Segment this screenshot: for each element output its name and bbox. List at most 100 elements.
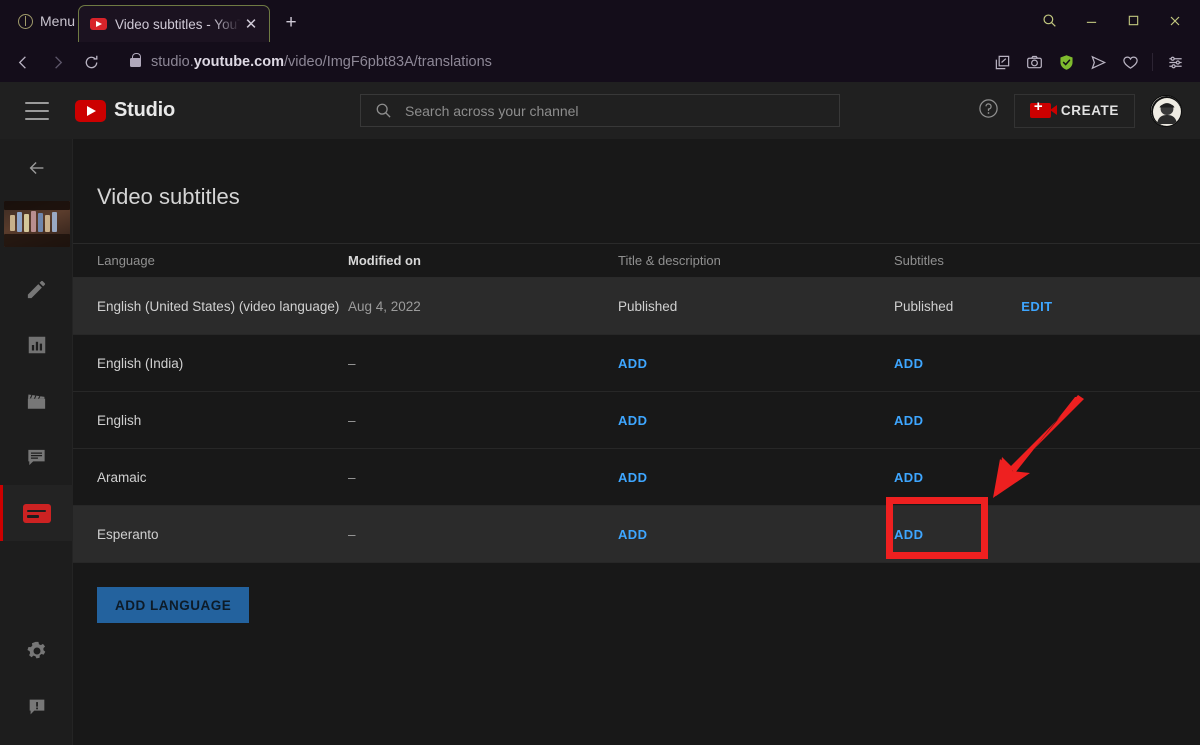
browser-menu-label: Menu xyxy=(40,13,76,29)
back-arrow-icon xyxy=(29,162,43,174)
create-button[interactable]: CREATE xyxy=(1013,93,1135,128)
browser-tab[interactable]: Video subtitles - YouTube S ✕ xyxy=(78,5,270,42)
cell-language: English (India) xyxy=(97,355,184,371)
studio-header-actions: CREATE xyxy=(978,82,1182,139)
studio-logo[interactable]: Studio xyxy=(75,99,175,122)
close-icon[interactable] xyxy=(1156,7,1194,34)
title-description-add-link[interactable]: ADD xyxy=(618,527,647,542)
browser-toolbar-icons xyxy=(987,47,1200,77)
column-header-modified-on[interactable]: Modified on xyxy=(348,253,618,268)
cell-modified-on: – xyxy=(348,526,356,542)
cell-subtitles: Published EDIT xyxy=(894,299,1124,314)
screenshot-icon[interactable] xyxy=(1019,47,1049,77)
subtitles-table: Language Modified on Title & description… xyxy=(73,243,1200,563)
shield-verified-icon[interactable] xyxy=(1051,47,1081,77)
url-domain: youtube.com xyxy=(193,54,284,70)
cell-language: English xyxy=(97,412,142,428)
send-icon[interactable] xyxy=(1083,47,1113,77)
search-icon xyxy=(376,103,391,118)
url-subdomain: studio. xyxy=(151,54,194,70)
tab-strip: Menu Video subtitles - YouTube S ✕ + xyxy=(0,0,1200,42)
lock-icon xyxy=(130,52,141,67)
toolbar-divider xyxy=(1152,53,1153,71)
forward-icon[interactable] xyxy=(40,47,74,77)
url-text: studio.youtube.com/video/ImgF6pbt83A/tra… xyxy=(151,54,492,70)
cell-modified-on: Aug 4, 2022 xyxy=(348,298,421,314)
browser-chrome: Menu Video subtitles - YouTube S ✕ + xyxy=(0,0,1200,82)
youtube-play-icon xyxy=(75,99,106,122)
pencil-icon xyxy=(27,280,46,298)
cell-language: Esperanto xyxy=(97,526,159,542)
new-tab-button[interactable]: + xyxy=(279,11,303,35)
subtitles-add-link-esperanto[interactable]: ADD xyxy=(894,527,923,542)
page-title: Video subtitles xyxy=(97,184,240,209)
add-language-button[interactable]: ADD LANGUAGE xyxy=(97,587,250,623)
subtitles-status: Published xyxy=(894,298,954,314)
gear-icon xyxy=(26,641,45,659)
cell-language: English (United States) (video language) xyxy=(97,298,340,314)
table-row[interactable]: Esperanto – ADD ADD xyxy=(73,506,1200,563)
table-row[interactable]: English – ADD ADD xyxy=(73,392,1200,449)
reload-icon[interactable] xyxy=(74,47,108,77)
browser-menu-button[interactable]: Menu xyxy=(10,8,83,34)
feedback-icon xyxy=(29,699,44,715)
sidebar-item-details[interactable] xyxy=(0,261,73,317)
collections-icon[interactable] xyxy=(987,47,1017,77)
table-row[interactable]: English (United States) (video language)… xyxy=(73,278,1200,335)
comments-icon xyxy=(28,449,45,465)
search-placeholder: Search across your channel xyxy=(405,102,579,119)
sidebar-item-subtitles[interactable] xyxy=(0,485,73,541)
column-header-title-description[interactable]: Title & description xyxy=(618,253,894,268)
sidebar-item-back[interactable] xyxy=(0,139,73,197)
table-header-row: Language Modified on Title & description… xyxy=(73,243,1200,278)
title-description-add-link[interactable]: ADD xyxy=(618,356,647,371)
column-header-subtitles[interactable]: Subtitles xyxy=(894,253,1124,268)
avatar[interactable] xyxy=(1150,94,1182,127)
subtitles-icon xyxy=(22,503,51,523)
subtitles-add-link[interactable]: ADD xyxy=(894,470,923,485)
cell-modified-on: – xyxy=(348,355,356,371)
clapperboard-icon xyxy=(27,394,46,409)
sidebar-item-analytics[interactable] xyxy=(0,317,73,373)
table-row[interactable]: English (India) – ADD ADD xyxy=(73,335,1200,392)
sidebar-item-comments[interactable] xyxy=(0,429,73,485)
address-bar[interactable]: studio.youtube.com/video/ImgF6pbt83A/tra… xyxy=(116,47,987,77)
studio-brand-label: Studio xyxy=(114,99,176,121)
youtube-favicon xyxy=(90,18,107,30)
video-camera-plus-icon xyxy=(1029,99,1057,118)
title-description-add-link[interactable]: ADD xyxy=(618,413,647,428)
maximize-icon[interactable] xyxy=(1114,7,1152,34)
create-button-label: CREATE xyxy=(1060,103,1119,118)
url-path: /video/ImgF6pbt83A/translations xyxy=(283,54,492,70)
tab-title: Video subtitles - YouTube S xyxy=(115,16,241,32)
sidebar-item-settings[interactable] xyxy=(0,623,73,679)
subtitles-add-link[interactable]: ADD xyxy=(894,356,923,371)
studio-header: Studio Search across your channel CREATE xyxy=(0,82,1200,139)
youtube-studio-app: Studio Search across your channel CREATE xyxy=(0,82,1200,745)
cell-modified-on: – xyxy=(348,469,356,485)
sidebar-bottom-group xyxy=(0,623,73,735)
back-icon[interactable] xyxy=(6,47,40,77)
minimize-icon[interactable] xyxy=(1072,7,1110,34)
menu-icon xyxy=(18,13,33,29)
table-row[interactable]: Aramaic – ADD ADD xyxy=(73,449,1200,506)
window-controls xyxy=(1030,7,1194,34)
search-icon[interactable] xyxy=(1030,7,1068,34)
help-icon[interactable] xyxy=(978,98,999,124)
cell-language: Aramaic xyxy=(97,469,147,485)
sidebar-item-editor[interactable] xyxy=(0,373,73,429)
video-sidebar xyxy=(0,139,73,745)
video-thumbnail[interactable] xyxy=(4,201,70,247)
title-description-add-link[interactable]: ADD xyxy=(618,470,647,485)
hamburger-menu-icon[interactable] xyxy=(25,101,49,120)
search-input[interactable]: Search across your channel xyxy=(360,94,840,127)
subtitles-add-link[interactable]: ADD xyxy=(894,413,923,428)
close-icon[interactable]: ✕ xyxy=(241,14,261,34)
edit-link[interactable]: EDIT xyxy=(1021,299,1052,314)
sidebar-item-send-feedback[interactable] xyxy=(0,679,73,735)
column-header-language[interactable]: Language xyxy=(73,253,348,268)
settings-sliders-icon[interactable] xyxy=(1160,47,1190,77)
favorite-heart-icon[interactable] xyxy=(1115,47,1145,77)
cell-modified-on: – xyxy=(348,412,356,428)
cell-title-description: Published xyxy=(618,298,678,314)
